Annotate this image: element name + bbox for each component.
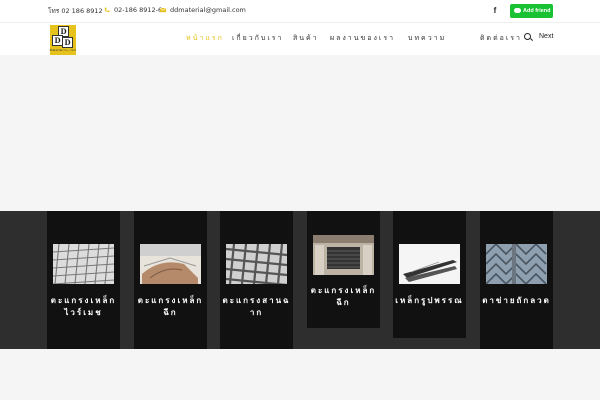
product-card[interactable]: เหล็กรูปพรรณ xyxy=(393,211,466,338)
steel-sheet-image xyxy=(140,244,201,284)
product-title: ตะแกรงเหล็กฉีก xyxy=(310,286,377,307)
company-logo[interactable]: D D D Material Co., Ltd. xyxy=(50,25,76,55)
line-add-friend-button[interactable]: Add friend xyxy=(510,4,553,18)
product-card[interactable]: ตะแกรงสานฉาก xyxy=(220,211,293,349)
phone-text: โทร 02 186 8912 xyxy=(48,7,103,15)
steel-profile-image xyxy=(399,244,460,284)
nav-home[interactable]: หน้าแรก xyxy=(186,33,224,44)
woven-grating-image xyxy=(226,244,287,284)
email-info[interactable]: ddmaterial@gmail.com xyxy=(159,6,246,14)
product-title: ตาข่ายถักลวด xyxy=(482,296,551,305)
search-icon[interactable] xyxy=(524,33,531,40)
nav-articles[interactable]: บทความ xyxy=(408,33,446,44)
email-address: ddmaterial@gmail.com xyxy=(170,6,246,14)
next-link[interactable]: Next xyxy=(539,33,553,40)
mail-icon xyxy=(159,7,167,13)
nav-contact[interactable]: ติดต่อเรา xyxy=(480,33,522,44)
top-bar: โทร 02 186 8912 02-186 8912-6 ddmaterial… xyxy=(0,0,600,23)
product-card[interactable]: ตะแกรงเหล็กฉีก xyxy=(134,211,207,349)
site-header: D D D Material Co., Ltd. หน้าแรก เกี่ยวก… xyxy=(0,23,600,55)
product-card[interactable]: ตะแกรงเหล็กไวร์เมช xyxy=(47,211,120,349)
product-card[interactable]: ตะแกรงเหล็กฉีก xyxy=(307,211,380,328)
product-title: เหล็กรูปพรรณ xyxy=(395,296,464,305)
nav-portfolio[interactable]: ผลงานของเรา xyxy=(330,33,395,44)
logo-caption: Material Co., Ltd. xyxy=(49,48,77,52)
product-title: ตะแกรงเหล็กฉีก xyxy=(137,296,204,317)
nav-products[interactable]: สินค้า xyxy=(293,33,319,44)
phone-icon xyxy=(104,7,110,13)
expanded-metal-image xyxy=(313,235,374,275)
nav-about[interactable]: เกี่ยวกับเรา xyxy=(232,33,283,44)
product-card[interactable]: ตาข่ายถักลวด xyxy=(480,211,553,349)
fax-number: 02-186 8912-6 xyxy=(114,6,163,14)
product-title: ตะแกรงสานฉาก xyxy=(222,296,291,317)
chain-link-image xyxy=(486,244,547,284)
line-button-label: Add friend xyxy=(523,8,551,14)
product-title: ตะแกรงเหล็กไวร์เมช xyxy=(50,296,117,317)
line-icon xyxy=(514,8,521,13)
wire-mesh-image xyxy=(53,244,114,284)
logo-letter: D xyxy=(62,37,73,48)
facebook-icon[interactable]: f xyxy=(488,4,502,18)
fax-info: 02-186 8912-6 xyxy=(104,6,162,14)
